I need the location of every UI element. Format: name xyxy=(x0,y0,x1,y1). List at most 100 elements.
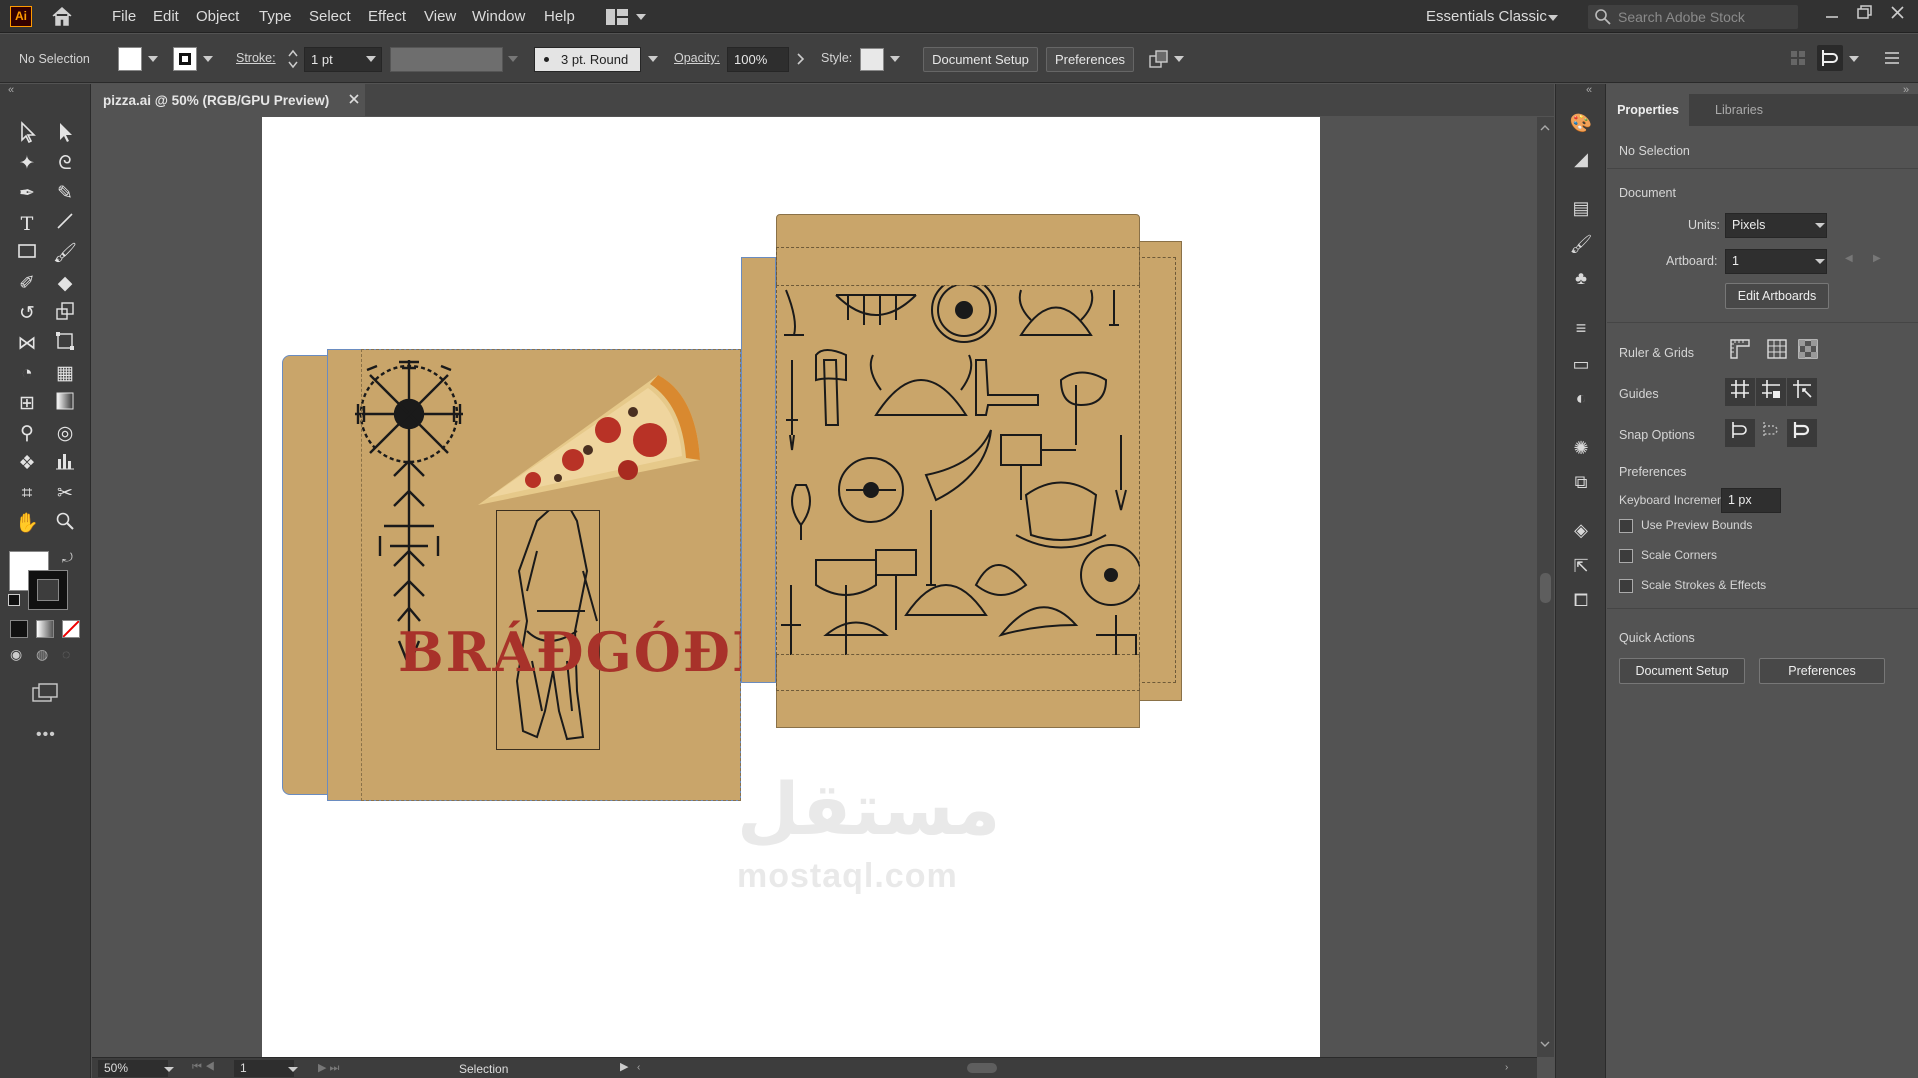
scale-corners-checkbox[interactable] xyxy=(1619,549,1633,563)
chevron-down-icon[interactable] xyxy=(508,56,518,62)
chevron-down-icon[interactable] xyxy=(1815,223,1825,228)
stroke-swatch[interactable] xyxy=(173,47,197,71)
mesh-tool-icon[interactable]: ⊞ xyxy=(13,391,41,417)
menu-help[interactable]: Help xyxy=(544,8,575,25)
collapse-icon[interactable]: « xyxy=(1586,84,1592,96)
scale-strokes-checkbox[interactable] xyxy=(1619,579,1633,593)
chevron-right-icon[interactable] xyxy=(796,52,806,66)
last-artboard-icon[interactable]: ▶ ⏭ xyxy=(318,1061,339,1075)
stroke-color-swatch[interactable] xyxy=(28,570,68,610)
paintbrush-tool-icon[interactable]: 🖌 xyxy=(51,241,79,267)
stroke-panel-icon[interactable]: ≡ xyxy=(1568,316,1594,340)
menu-file[interactable]: File xyxy=(112,8,136,25)
artboard[interactable]: BRÁÐGÓÐR مستقل mostaql.com xyxy=(262,117,1320,1057)
gradient-mode-icon[interactable] xyxy=(36,620,54,638)
chevron-down-icon[interactable] xyxy=(1548,15,1558,21)
smart-guides-icon[interactable] xyxy=(1787,378,1817,406)
draw-normal-icon[interactable]: ◉ xyxy=(10,646,28,664)
opacity-field[interactable]: 100% xyxy=(727,47,789,72)
status-menu-icon[interactable]: ▶ xyxy=(620,1060,628,1073)
stroke-label[interactable]: Stroke: xyxy=(236,51,276,65)
chevron-down-icon[interactable] xyxy=(890,56,900,62)
snap-icon[interactable] xyxy=(1817,45,1843,71)
eyedropper-tool-icon[interactable]: ⚲ xyxy=(13,421,41,447)
scroll-right-icon[interactable]: › xyxy=(1505,1062,1508,1073)
draw-behind-icon[interactable]: ◍ xyxy=(36,646,54,664)
chevron-down-icon[interactable] xyxy=(1849,56,1859,62)
canvas[interactable]: BRÁÐGÓÐR مستقل mostaql.com xyxy=(92,117,1537,1057)
restore-icon[interactable] xyxy=(1854,3,1874,23)
transparency-grid-icon[interactable] xyxy=(1793,338,1823,366)
panel-menu-icon[interactable] xyxy=(1884,49,1900,67)
units-select[interactable]: Pixels xyxy=(1725,213,1827,238)
line-tool-icon[interactable] xyxy=(51,211,79,237)
scale-tool-icon[interactable] xyxy=(51,301,79,327)
grid-icon[interactable] xyxy=(1762,338,1792,366)
fill-swatch[interactable] xyxy=(118,47,142,71)
lock-guides-icon[interactable] xyxy=(1756,378,1786,406)
chevron-down-icon[interactable] xyxy=(1174,56,1184,62)
layers-icon[interactable]: ◈ xyxy=(1568,518,1594,542)
scroll-down-icon[interactable] xyxy=(1540,1037,1550,1047)
tab-libraries[interactable]: Libraries xyxy=(1699,94,1779,126)
swatches-icon[interactable]: ▤ xyxy=(1568,196,1594,220)
chevron-down-icon[interactable] xyxy=(164,1067,174,1072)
artboards-panel-icon[interactable]: ⧠ xyxy=(1568,588,1594,612)
snap-to-point-icon[interactable] xyxy=(1725,419,1755,447)
minimize-icon[interactable] xyxy=(1822,5,1842,25)
scroll-left-icon[interactable]: ‹ xyxy=(637,1062,640,1073)
curvature-tool-icon[interactable]: ✎ xyxy=(51,181,79,207)
brush-definition[interactable]: 3 pt. Round xyxy=(534,47,641,72)
snap-to-pixel-icon[interactable] xyxy=(1756,419,1786,447)
home-icon[interactable] xyxy=(50,5,74,27)
arrange-documents-icon[interactable] xyxy=(606,9,628,25)
tab-properties[interactable]: Properties xyxy=(1607,94,1689,126)
isolate-icon[interactable] xyxy=(1789,49,1807,67)
brushes-icon[interactable]: 🖌 xyxy=(1568,232,1594,256)
artboard-tool-icon[interactable]: ⌗ xyxy=(13,481,41,507)
keyboard-increment-field[interactable]: 1 px xyxy=(1721,488,1781,513)
menu-view[interactable]: View xyxy=(424,8,456,25)
chevron-down-icon[interactable] xyxy=(366,56,376,62)
gradient-panel-icon[interactable]: ▭ xyxy=(1568,352,1594,376)
prev-artboard-icon[interactable]: ◀ xyxy=(1845,253,1853,264)
eraser-tool-icon[interactable]: ◆ xyxy=(51,271,79,297)
pen-tool-icon[interactable]: ✒ xyxy=(13,181,41,207)
quick-document-setup-button[interactable]: Document Setup xyxy=(1619,658,1745,684)
menu-object[interactable]: Object xyxy=(196,8,239,25)
arrange-icon[interactable] xyxy=(1148,48,1170,70)
color-mode-icon[interactable] xyxy=(10,620,28,638)
chevron-down-icon[interactable] xyxy=(288,1067,298,1072)
more-tools-icon[interactable]: ••• xyxy=(36,726,56,744)
transparency-icon[interactable]: ◐ xyxy=(1568,386,1594,410)
draw-inside-icon[interactable]: ◌ xyxy=(62,646,80,664)
none-mode-icon[interactable] xyxy=(62,620,80,638)
scroll-up-icon[interactable] xyxy=(1540,121,1550,131)
workspace-switcher[interactable]: Essentials Classic xyxy=(1426,8,1547,25)
graphic-styles-icon[interactable]: ⧉ xyxy=(1568,470,1594,494)
menu-select[interactable]: Select xyxy=(309,8,351,25)
chevron-down-icon[interactable] xyxy=(203,56,213,62)
chevron-down-icon[interactable] xyxy=(648,56,658,62)
rectangle-tool-icon[interactable] xyxy=(13,241,41,267)
color-panel-icon[interactable]: 🎨 xyxy=(1568,111,1594,135)
preferences-button[interactable]: Preferences xyxy=(1046,47,1134,72)
swap-colors-icon[interactable]: ⤾ xyxy=(62,550,73,566)
appearance-icon[interactable]: ✺ xyxy=(1568,436,1594,460)
width-tool-icon[interactable]: ⋈ xyxy=(13,331,41,357)
color-guide-icon[interactable]: ◢ xyxy=(1568,147,1594,171)
column-graph-tool-icon[interactable] xyxy=(51,451,79,477)
first-artboard-icon[interactable]: ⏮ ◀ xyxy=(192,1061,215,1074)
show-guides-icon[interactable] xyxy=(1725,378,1755,406)
shape-builder-tool-icon[interactable]: ◔ xyxy=(13,361,41,387)
chevron-down-icon[interactable] xyxy=(148,56,158,62)
chevron-down-icon[interactable] xyxy=(1815,259,1825,264)
use-preview-bounds-checkbox[interactable] xyxy=(1619,519,1633,533)
document-tab[interactable]: pizza.ai @ 50% (RGB/GPU Preview) xyxy=(91,84,365,116)
symbols-icon[interactable]: ♣ xyxy=(1568,266,1594,290)
menu-effect[interactable]: Effect xyxy=(368,8,406,25)
style-swatch[interactable] xyxy=(860,48,884,71)
default-colors-icon[interactable] xyxy=(8,594,20,606)
edit-artboards-button[interactable]: Edit Artboards xyxy=(1725,283,1829,309)
blend-tool-icon[interactable]: ◎ xyxy=(51,421,79,447)
